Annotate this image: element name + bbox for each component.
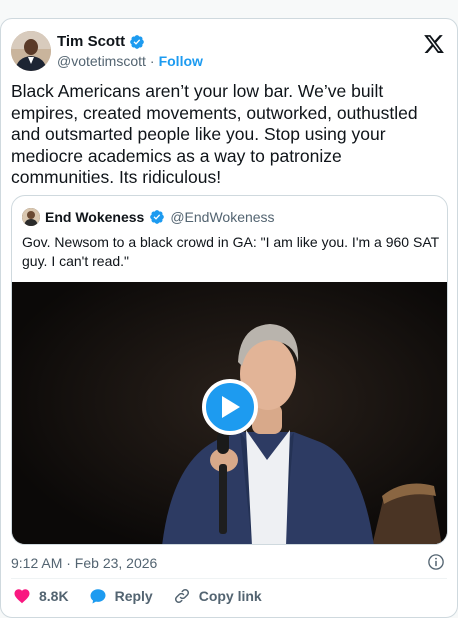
post-card: Tim Scott @votetimscott · Follow Black A…	[0, 18, 458, 618]
verified-badge-icon	[130, 34, 144, 49]
like-count: 8.8K	[39, 588, 69, 604]
video-player[interactable]	[12, 282, 447, 544]
follow-button[interactable]: Follow	[159, 53, 203, 69]
link-icon	[174, 588, 189, 604]
author-handle-row: @votetimscott · Follow	[57, 53, 203, 69]
like-button[interactable]: 8.8K	[13, 587, 69, 605]
verified-badge-icon	[150, 210, 165, 224]
quoted-author-handle[interactable]: @EndWokeness	[170, 209, 274, 225]
quoted-author-name[interactable]: End Wokeness	[45, 209, 144, 225]
heart-icon	[14, 589, 30, 604]
quoted-post-text: Gov. Newsom to a black crowd in GA: "I a…	[22, 234, 439, 269]
post-timestamp[interactable]: 9:12 AM · Feb 23, 2026	[11, 555, 157, 571]
copy-link-label: Copy link	[198, 588, 262, 604]
reply-icon	[90, 589, 106, 604]
action-bar: 8.8K Reply Copy link	[13, 587, 276, 605]
divider	[11, 578, 447, 579]
author-handle[interactable]: @votetimscott	[57, 53, 146, 69]
author-avatar-image	[11, 31, 51, 71]
handle-separator: ·	[149, 53, 155, 69]
author-name-row: Tim Scott	[57, 33, 145, 50]
copy-link-button[interactable]: Copy link	[173, 587, 262, 605]
info-icon[interactable]	[427, 553, 445, 571]
post-header: Tim Scott @votetimscott · Follow	[11, 31, 445, 75]
author-display-name[interactable]: Tim Scott	[57, 33, 125, 50]
author-avatar[interactable]	[11, 31, 51, 71]
play-icon	[222, 396, 240, 418]
tweet-text: Black Americans aren’t your low bar. We’…	[11, 81, 418, 187]
reply-button[interactable]: Reply	[89, 587, 153, 605]
play-button[interactable]	[202, 379, 258, 435]
quoted-post[interactable]: End Wokeness @EndWokeness Gov. Newsom to…	[11, 195, 448, 545]
quoted-author-avatar-image	[22, 208, 40, 226]
x-logo-icon[interactable]	[423, 33, 445, 55]
quoted-post-header: End Wokeness @EndWokeness	[22, 208, 275, 226]
quoted-author-avatar[interactable]	[22, 208, 40, 226]
reply-label: Reply	[114, 588, 153, 604]
